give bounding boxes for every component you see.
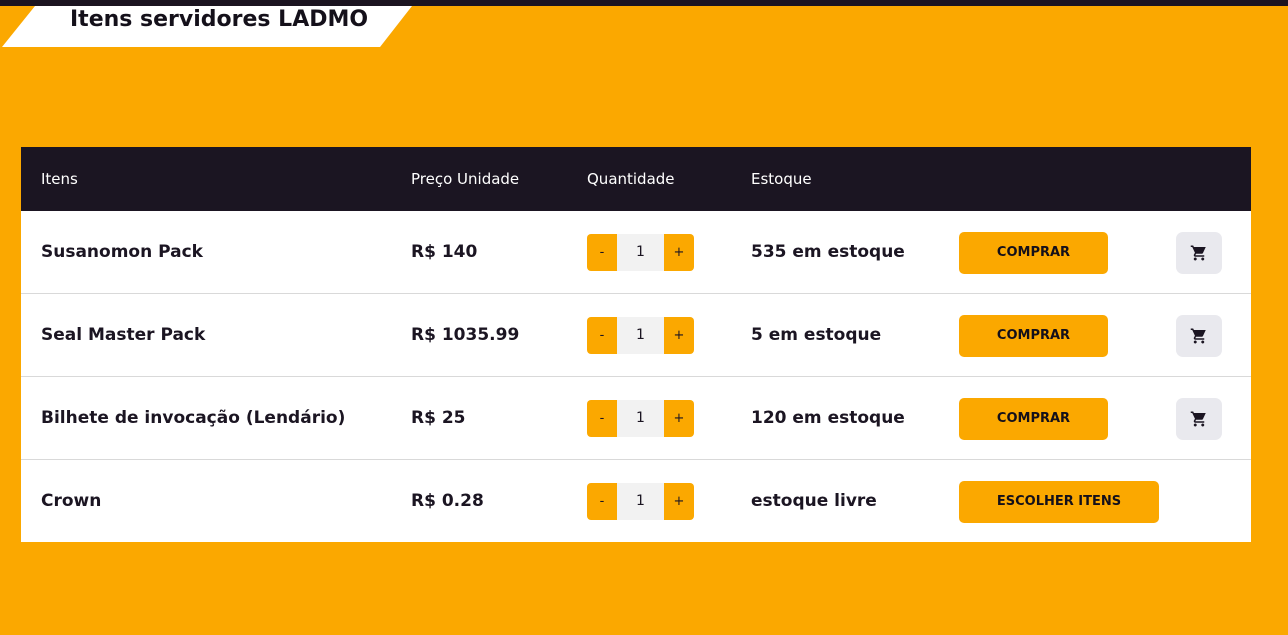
quantity-decrease-button[interactable]: - — [587, 234, 617, 271]
quantity-decrease-button[interactable]: - — [587, 483, 617, 520]
quantity-increase-button[interactable]: + — [664, 234, 694, 271]
quantity-decrease-button[interactable]: - — [587, 317, 617, 354]
table-row: Seal Master Pack R$ 1035.99 - 1 + 5 em e… — [21, 294, 1251, 377]
add-to-cart-button[interactable] — [1176, 232, 1222, 274]
quantity-increase-button[interactable]: + — [664, 317, 694, 354]
header-stock: Estoque — [751, 170, 812, 188]
quantity-stepper: - 1 + — [587, 234, 694, 271]
page-title: Itens servidores LADMO — [70, 7, 369, 32]
shopping-cart-icon — [1190, 411, 1206, 427]
shopping-cart-icon — [1190, 328, 1206, 344]
item-price: R$ 0.28 — [411, 491, 484, 511]
item-price: R$ 1035.99 — [411, 325, 520, 345]
item-price: R$ 140 — [411, 242, 478, 262]
buy-button[interactable]: COMPRAR — [959, 398, 1108, 440]
shopping-cart-icon — [1190, 245, 1206, 261]
table-row: Crown R$ 0.28 - 1 + estoque livre ESCOLH… — [21, 460, 1251, 542]
quantity-input[interactable]: 1 — [617, 400, 664, 437]
item-name: Bilhete de invocação (Lendário) — [41, 408, 346, 428]
item-name: Susanomon Pack — [41, 242, 203, 262]
stock-status: 120 em estoque — [751, 408, 905, 428]
stock-status: estoque livre — [751, 491, 877, 511]
header-items: Itens — [41, 170, 78, 188]
header-price: Preço Unidade — [411, 170, 520, 188]
quantity-decrease-button[interactable]: - — [587, 400, 617, 437]
table-row: Susanomon Pack R$ 140 - 1 + 535 em estoq… — [21, 211, 1251, 294]
quantity-increase-button[interactable]: + — [664, 483, 694, 520]
add-to-cart-button[interactable] — [1176, 315, 1222, 357]
choose-items-button[interactable]: ESCOLHER ITENS — [959, 481, 1159, 523]
add-to-cart-button[interactable] — [1176, 398, 1222, 440]
quantity-stepper: - 1 + — [587, 483, 694, 520]
item-name: Seal Master Pack — [41, 325, 206, 345]
title-tab: Itens servidores LADMO — [0, 6, 412, 47]
quantity-stepper: - 1 + — [587, 317, 694, 354]
items-table: Itens Preço Unidade Quantidade Estoque S… — [21, 147, 1251, 542]
stock-status: 535 em estoque — [751, 242, 905, 262]
quantity-increase-button[interactable]: + — [664, 400, 694, 437]
quantity-stepper: - 1 + — [587, 400, 694, 437]
buy-button[interactable]: COMPRAR — [959, 232, 1108, 274]
quantity-input[interactable]: 1 — [617, 234, 664, 271]
item-name: Crown — [41, 491, 102, 511]
table-header: Itens Preço Unidade Quantidade Estoque — [21, 147, 1251, 211]
header-quantity: Quantidade — [587, 170, 675, 188]
buy-button[interactable]: COMPRAR — [959, 315, 1108, 357]
quantity-input[interactable]: 1 — [617, 317, 664, 354]
stock-status: 5 em estoque — [751, 325, 882, 345]
table-row: Bilhete de invocação (Lendário) R$ 25 - … — [21, 377, 1251, 460]
item-price: R$ 25 — [411, 408, 466, 428]
quantity-input[interactable]: 1 — [617, 483, 664, 520]
